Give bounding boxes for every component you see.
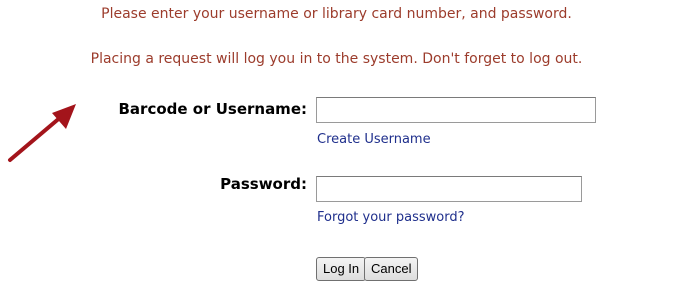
login-instructions-text: Please enter your username or library ca… <box>101 6 572 22</box>
cancel-button[interactable]: Cancel <box>364 257 419 281</box>
arrow-head <box>52 104 76 129</box>
password-input[interactable] <box>316 176 582 202</box>
username-input[interactable] <box>316 97 596 123</box>
username-label: Barcode or Username: <box>118 100 308 118</box>
forgot-password-link[interactable]: Forgot your password? <box>317 210 465 225</box>
arrow-shaft <box>8 114 64 162</box>
request-login-notice-text: Placing a request will log you in to the… <box>90 51 583 67</box>
password-label: Password: <box>220 175 307 193</box>
create-username-link[interactable]: Create Username <box>317 132 431 147</box>
login-button[interactable]: Log In <box>316 257 367 281</box>
